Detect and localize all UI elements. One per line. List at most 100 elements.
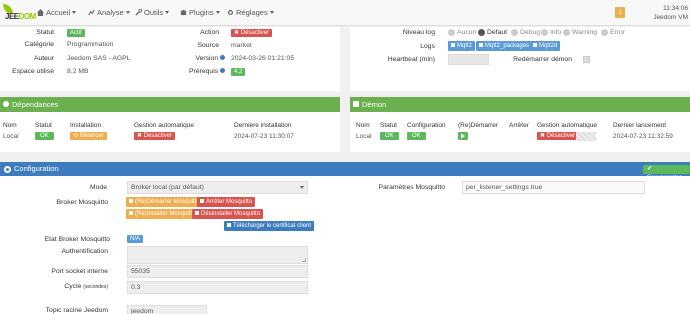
nav-accueil[interactable]: Accueil: [37, 8, 77, 17]
version-label: Version: [170, 55, 225, 62]
home-icon: [37, 9, 44, 16]
dep-row-date: 2024-07-23 11:30:07: [234, 133, 294, 140]
chevron-down-icon: [215, 11, 220, 14]
radio-error-label: Error: [610, 29, 626, 36]
radio-warning[interactable]: [563, 29, 570, 36]
espace-label: Espace utilisé: [12, 68, 54, 75]
file-icon: [451, 43, 455, 47]
play-icon: [129, 199, 133, 203]
radio-defaut[interactable]: [478, 29, 485, 36]
source-value: market: [231, 42, 252, 49]
auth-label: Authentification: [61, 248, 108, 255]
dep-row-statut-badge: OK: [35, 132, 54, 140]
stop-mosquitto-button[interactable]: Arrêter Mosquitto: [197, 197, 256, 207]
redemarrer-demon-label: Redémarrer démon: [513, 56, 572, 63]
radio-aucun-label: Aucun: [457, 29, 477, 36]
heartbeat-label: Heartbeat (min): [387, 56, 435, 63]
log-mqtt2-button[interactable]: Mqtt2: [448, 41, 476, 51]
etat-badge: N/A: [127, 235, 144, 243]
dep-col-gestion: Gestion automatique: [134, 122, 194, 129]
demon-start-button[interactable]: [458, 132, 468, 140]
demon-col-redemarrer: (Re)Démarrer: [458, 122, 499, 129]
resize-handle-icon: [302, 258, 306, 262]
reinstall-mosquitto-button[interactable]: (Ré)Installer Mosquitto: [126, 209, 199, 219]
action-label: Action: [200, 29, 219, 36]
dep-col-derniere: Dernière installation: [234, 122, 292, 129]
trash-icon: [195, 211, 199, 215]
radio-debug-label: Debug: [520, 29, 541, 36]
demon-col-gestion: Gestion automatique: [537, 122, 597, 129]
dep-col-statut: Statut: [35, 122, 52, 129]
nav-analyse[interactable]: Analyse: [88, 8, 130, 17]
categorie-value: Programmation: [67, 41, 114, 48]
demon-icon: [353, 101, 359, 107]
download-cert-button[interactable]: Télécharger le certificat client: [224, 221, 315, 231]
redemarrer-demon-checkbox[interactable]: [583, 56, 590, 63]
demon-header: Démon: [350, 97, 690, 112]
dependances-header: Dépendances: [0, 97, 340, 112]
nav-outils[interactable]: Outils: [135, 8, 170, 17]
auteur-label: Auteur: [33, 55, 54, 62]
params-label: Paramètres Mosquitto: [378, 184, 446, 191]
relancer-dependances-button[interactable]: ⟲ Relancer: [70, 132, 107, 140]
mode-select[interactable]: Broker local (par défaut): [127, 181, 308, 194]
wrench-icon: [135, 9, 142, 16]
desactiver-plugin-button[interactable]: ✖ Désactiver: [231, 29, 273, 37]
radio-aucun[interactable]: [448, 29, 455, 36]
radio-defaut-label: Defaut: [487, 29, 508, 36]
port-input[interactable]: 55035: [127, 265, 308, 278]
configuration-header: Configuration ✔ Sauvegarder: [0, 162, 690, 181]
dependances-icon: [3, 101, 9, 107]
notification-badge[interactable]: 1: [615, 7, 625, 18]
save-button[interactable]: ✔ Sauvegarder: [643, 165, 690, 181]
dep-gestion-desactiver-button[interactable]: ✖ Désactiver: [134, 132, 176, 140]
play-icon: [461, 133, 465, 139]
demon-col-configuration: Configuration: [407, 122, 446, 129]
demon-row-statut-badge: OK: [380, 132, 399, 140]
heartbeat-input[interactable]: [448, 54, 489, 65]
info-icon: [220, 55, 225, 60]
auteur-value: Jeedom SAS - AGPL: [67, 55, 131, 62]
download-icon: [129, 211, 133, 215]
key-icon: [227, 223, 231, 227]
radio-info[interactable]: [541, 29, 548, 36]
chevron-down-icon: [269, 11, 274, 14]
file-icon: [533, 43, 537, 47]
radio-info-label: Info: [550, 29, 562, 36]
radio-error[interactable]: [601, 29, 608, 36]
prerequis-label: Prérequis: [170, 68, 225, 75]
uninstall-mosquitto-button[interactable]: Désinstaller Mosquitto: [192, 209, 264, 219]
stop-icon: [200, 199, 204, 203]
cycle-label: Cycle (secondes): [64, 283, 108, 290]
version-value: 2024-03-26 01:21:05: [231, 55, 295, 62]
log-mqtt2d-button[interactable]: Mqtt2d: [530, 41, 561, 51]
nav-plugins[interactable]: Plugins: [180, 8, 220, 17]
params-textarea[interactable]: per_listener_settings true: [462, 181, 645, 194]
clock: 11:34:06 Jeedom VM: [640, 4, 688, 22]
statut-badge: Actif: [67, 29, 85, 37]
log-mqtt2-packages-button[interactable]: Mqtt2_packages: [476, 41, 533, 51]
chevron-down-icon: [72, 11, 77, 14]
categorie-label: Catégorie: [24, 41, 54, 48]
niveau-log-label: Niveau log: [402, 29, 435, 36]
info-icon: [220, 68, 225, 73]
nav-reglages[interactable]: Réglages: [227, 8, 274, 17]
gear-icon: [4, 166, 11, 173]
port-label: Port socket interne: [51, 268, 108, 275]
mode-label: Mode: [89, 184, 107, 191]
restart-mosquitto-button[interactable]: (Re)Démarrer Mosquitto: [126, 197, 203, 207]
topic-input[interactable]: jeedom: [127, 305, 207, 314]
analyse-icon: [88, 9, 95, 16]
topic-label: Topic racine Jeedom: [45, 307, 108, 314]
radio-debug[interactable]: [511, 29, 518, 36]
cycle-input[interactable]: 0.3: [127, 281, 308, 294]
user-name[interactable]: Jeedom VM: [640, 13, 688, 22]
gears-icon: [227, 9, 234, 16]
demon-gestion-desactiver-button[interactable]: ✖ Désactiver: [537, 132, 579, 140]
demon-col-arreter: Arrêter: [509, 122, 529, 129]
chevron-down-icon: [165, 11, 170, 14]
jeedom-logo[interactable]: JEEDOM: [3, 4, 36, 22]
auth-textarea[interactable]: [127, 246, 308, 264]
radio-warning-label: Warning: [572, 29, 598, 36]
statut-label: Statut: [36, 29, 54, 36]
